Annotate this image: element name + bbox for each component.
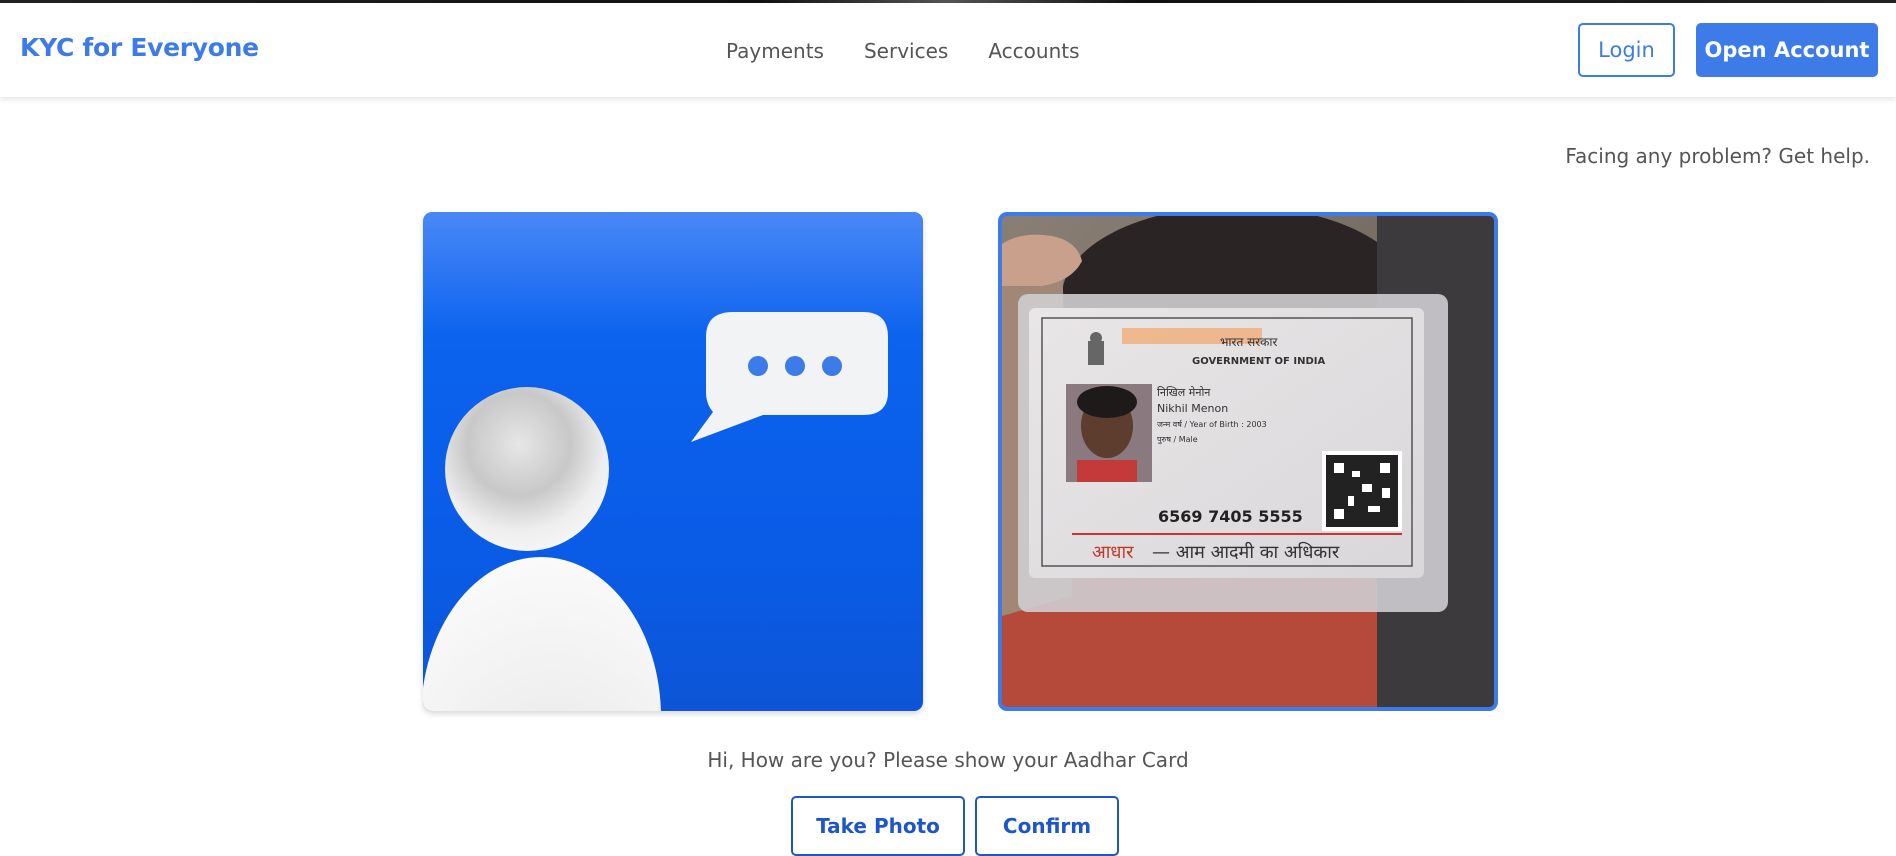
confirm-button[interactable]: Confirm <box>975 796 1119 856</box>
chat-bubble-icon <box>691 312 888 442</box>
nav-link-payments[interactable]: Payments <box>726 39 824 63</box>
brand-logo[interactable]: KYC for Everyone <box>20 33 259 62</box>
login-button[interactable]: Login <box>1578 23 1675 77</box>
camera-feed-panel: भारत सरकार GOVERNMENT OF INDIA निखिल मेन… <box>998 212 1498 711</box>
assistant-illustration <box>423 312 888 711</box>
nav-link-services[interactable]: Services <box>864 39 948 63</box>
photo-icon <box>1066 384 1152 482</box>
card-footer-hindi-red: आधार <box>1092 542 1134 563</box>
nav-links: Payments Services Accounts <box>726 39 1080 63</box>
user-silhouette-icon <box>423 387 661 711</box>
open-account-button[interactable]: Open Account <box>1696 23 1878 77</box>
assistant-panel <box>423 212 923 711</box>
card-name-hindi: निखिल मेनोन <box>1157 386 1211 399</box>
take-photo-button[interactable]: Take Photo <box>791 796 965 856</box>
card-year-of-birth: जन्म वर्ष / Year of Birth : 2003 <box>1157 419 1267 429</box>
aadhar-card: भारत सरकार GOVERNMENT OF INDIA निखिल मेन… <box>1029 308 1424 578</box>
qr-code-icon <box>1322 451 1402 531</box>
card-gender: पुरुष / Male <box>1157 435 1198 445</box>
card-header-english: GOVERNMENT OF INDIA <box>1192 356 1325 367</box>
assistant-message: Hi, How are you? Please show your Aadhar… <box>707 748 1189 772</box>
card-header-hindi: भारत सरकार <box>1220 335 1278 349</box>
card-name-english: Nikhil Menon <box>1157 402 1228 415</box>
emblem-icon <box>1088 332 1104 365</box>
help-link[interactable]: Facing any problem? Get help. <box>1565 144 1870 168</box>
camera-feed: भारत सरकार GOVERNMENT OF INDIA निखिल मेन… <box>1002 216 1494 707</box>
card-number: 6569 7405 5555 <box>1158 507 1303 526</box>
nav-link-accounts[interactable]: Accounts <box>988 39 1079 63</box>
card-footer-hindi: — आम आदमी का अधिकार <box>1152 541 1340 563</box>
navbar: KYC for Everyone Payments Services Accou… <box>0 3 1896 97</box>
